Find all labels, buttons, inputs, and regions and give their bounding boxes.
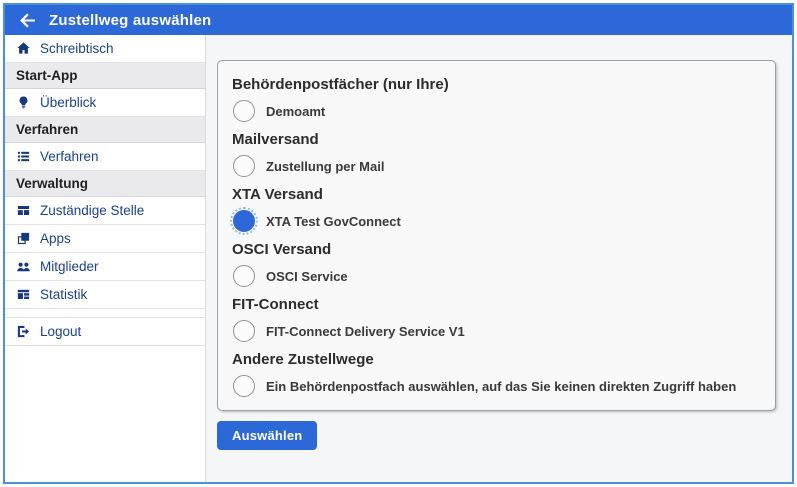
list-icon [16,149,31,164]
group-heading: FIT-Connect [232,296,762,313]
option-group-behoerdenpostfaecher: Behördenpostfächer (nur Ihre) Demoamt [231,76,762,122]
sidebar-nav: Schreibtisch Start-App Überblick Verfahr… [5,35,206,482]
sidebar-item-label: Schreibtisch [40,41,114,56]
radio-option-osci-service[interactable]: OSCI Service [233,265,762,287]
group-heading: Andere Zustellwege [232,351,762,368]
radio-option-zustellung-per-mail[interactable]: Zustellung per Mail [233,155,762,177]
window-body: Schreibtisch Start-App Überblick Verfahr… [5,35,792,482]
sidebar-item-label: Apps [40,231,71,246]
sidebar-item-zustaendige-stelle[interactable]: Zuständige Stelle [5,197,205,225]
delivery-options-panel: Behördenpostfächer (nur Ihre) Demoamt Ma… [217,60,776,411]
sidebar-item-label: Verfahren [40,149,99,164]
sidebar-item-ueberblick[interactable]: Überblick [5,89,205,117]
sidebar-item-label: Logout [40,324,81,339]
statistics-icon [16,287,31,302]
sidebar-section-label: Verfahren [16,122,78,137]
logout-icon [16,324,31,339]
app-header: Zustellweg auswählen [5,5,792,35]
sidebar-section-verwaltung: Verwaltung [5,171,205,197]
option-group-fit-connect: FIT-Connect FIT-Connect Delivery Service… [231,296,762,342]
app-window: Zustellweg auswählen Schreibtisch Start-… [3,3,794,484]
sidebar-item-statistik[interactable]: Statistik [5,281,205,309]
group-heading: Mailversand [232,131,762,148]
radio-label: Ein Behördenpostfach auswählen, auf das … [266,379,736,394]
radio-button[interactable] [233,375,255,397]
page-title: Zustellweg auswählen [49,12,211,29]
sidebar-section-verfahren: Verfahren [5,117,205,143]
radio-label: XTA Test GovConnect [266,214,401,229]
sidebar-item-mitglieder[interactable]: Mitglieder [5,253,205,281]
option-group-xta-versand: XTA Versand XTA Test GovConnect [231,186,762,232]
auswaehlen-button[interactable]: Auswählen [217,421,317,450]
group-heading: Behördenpostfächer (nur Ihre) [232,76,762,93]
sidebar-item-label: Statistik [40,287,87,302]
radio-button-selected[interactable] [233,210,255,232]
sidebar-section-label: Verwaltung [16,176,88,191]
group-heading: XTA Versand [232,186,762,203]
table-icon [16,203,31,218]
sidebar-item-logout[interactable]: Logout [5,318,205,346]
radio-option-demoamt[interactable]: Demoamt [233,100,762,122]
radio-label: OSCI Service [266,269,348,284]
radio-option-anderes-behoerdenpostfach[interactable]: Ein Behördenpostfach auswählen, auf das … [233,375,762,397]
main-content: Behördenpostfächer (nur Ihre) Demoamt Ma… [206,35,792,482]
sidebar-item-schreibtisch[interactable]: Schreibtisch [5,35,205,63]
sidebar-item-verfahren[interactable]: Verfahren [5,143,205,171]
sidebar-item-apps[interactable]: Apps [5,225,205,253]
option-group-osci-versand: OSCI Versand OSCI Service [231,241,762,287]
radio-button[interactable] [233,265,255,287]
radio-button[interactable] [233,320,255,342]
apps-icon [16,231,31,246]
radio-option-xta-test-govconnect[interactable]: XTA Test GovConnect [233,210,762,232]
group-heading: OSCI Versand [232,241,762,258]
home-icon [16,41,31,56]
radio-button[interactable] [233,100,255,122]
sidebar-item-label: Mitglieder [40,259,99,274]
sidebar-item-label: Zuständige Stelle [40,203,144,218]
sidebar-section-start-app: Start-App [5,63,205,89]
radio-label: Demoamt [266,104,325,119]
option-group-andere-zustellwege: Andere Zustellwege Ein Behördenpostfach … [231,351,762,397]
sidebar-item-label: Überblick [40,95,96,110]
option-group-mailversand: Mailversand Zustellung per Mail [231,131,762,177]
back-arrow-icon[interactable] [18,11,36,29]
sidebar-divider [5,309,205,318]
sidebar-section-label: Start-App [16,68,78,83]
radio-option-fit-connect-delivery[interactable]: FIT-Connect Delivery Service V1 [233,320,762,342]
radio-button[interactable] [233,155,255,177]
radio-label: FIT-Connect Delivery Service V1 [266,324,465,339]
radio-label: Zustellung per Mail [266,159,384,174]
lightbulb-icon [16,95,31,110]
members-icon [16,259,31,274]
